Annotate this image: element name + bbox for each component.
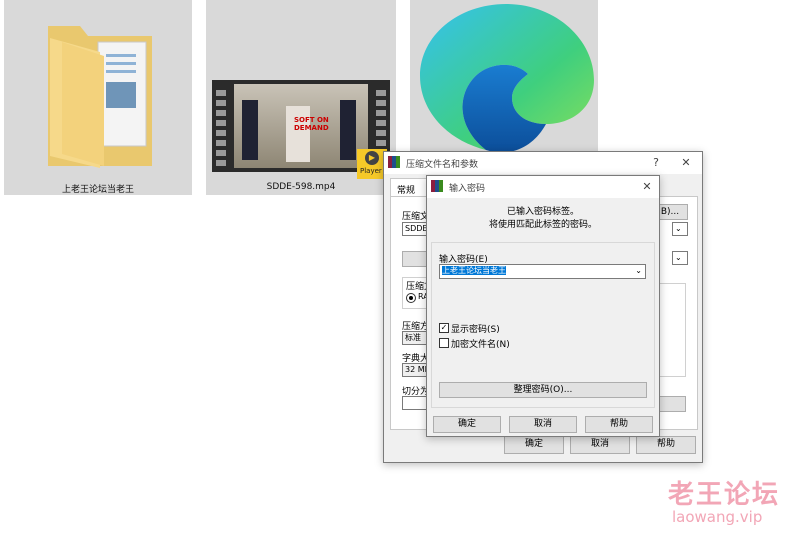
edge-logo <box>420 4 594 153</box>
help-button[interactable]: 帮助 <box>636 436 696 454</box>
show-password-checkbox[interactable]: ✓ <box>439 323 449 333</box>
edge-tile[interactable] <box>410 0 598 160</box>
folder-icon <box>48 26 152 168</box>
update-mode-dropdown[interactable]: ⌄ <box>672 251 688 265</box>
options-group <box>656 283 686 377</box>
chevron-down-icon[interactable]: ⌄ <box>635 265 642 277</box>
info-line-1: 已输入密码标签。 <box>506 207 579 217</box>
tab-general[interactable]: 常规 <box>390 178 430 197</box>
help-icon[interactable]: ? <box>648 155 664 171</box>
show-password-label: 显示密码(S) <box>451 325 500 335</box>
encrypt-names-checkbox[interactable] <box>439 338 449 348</box>
chevron-down-icon: ⌄ <box>675 224 682 233</box>
file-name: 上老王论坛当老王 <box>61 185 134 195</box>
folder-tile[interactable]: 上老王论坛当老王 <box>4 0 192 195</box>
winrar-icon <box>431 180 443 192</box>
info-line-2: 将使用匹配此标签的密码。 <box>488 220 597 230</box>
play-icon: ▶ <box>365 151 379 165</box>
info-text: 已输入密码标签。 将使用匹配此标签的密码。 <box>427 204 659 230</box>
password-ok-button[interactable]: 确定 <box>433 416 501 433</box>
password-value: 上老王论坛当老王 <box>442 266 506 275</box>
set-password-button[interactable] <box>656 396 686 412</box>
chevron-down-icon: ⌄ <box>675 253 682 262</box>
archive-dialog-title: 压缩文件名和参数 <box>406 160 479 170</box>
file-name: SDDE-598.mp4 <box>266 182 336 192</box>
password-help-button[interactable]: 帮助 <box>585 416 653 433</box>
ok-button[interactable]: 确定 <box>504 436 564 454</box>
cancel-button[interactable]: 取消 <box>570 436 630 454</box>
tab-general-label: 常规 <box>397 186 416 196</box>
close-icon[interactable]: ✕ <box>639 179 655 195</box>
archive-name-dropdown[interactable]: ⌄ <box>672 222 688 236</box>
encrypt-names-label: 加密文件名(N) <box>451 340 510 350</box>
organize-passwords-button[interactable]: 整理密码(O)... <box>439 382 647 398</box>
password-dialog-titlebar[interactable]: 输入密码 ✕ <box>427 176 659 198</box>
password-input[interactable]: 上老王论坛当老王 ⌄ <box>439 264 646 279</box>
winrar-icon <box>388 156 400 168</box>
video-overlay-text: SOFT ON DEMAND <box>294 116 329 132</box>
archive-name-label: 压缩文 <box>402 212 430 222</box>
close-icon[interactable]: ✕ <box>678 155 694 171</box>
watermark-url: laowang.vip <box>672 508 763 526</box>
video-tile[interactable]: SOFT ON DEMAND ▶ Player SDDE-598.mp4 <box>206 0 396 195</box>
archive-dialog-titlebar[interactable]: 压缩文件名和参数 ? ✕ <box>384 152 702 174</box>
password-dialog-title: 输入密码 <box>449 184 486 194</box>
player-label: Player <box>360 167 382 175</box>
rar-radio[interactable] <box>406 293 416 303</box>
password-dialog: 输入密码 ✕ 已输入密码标签。 将使用匹配此标签的密码。 输入密码(E) 上老王… <box>426 175 660 437</box>
password-cancel-button[interactable]: 取消 <box>509 416 577 433</box>
watermark-title: 老王论坛 <box>668 480 781 510</box>
